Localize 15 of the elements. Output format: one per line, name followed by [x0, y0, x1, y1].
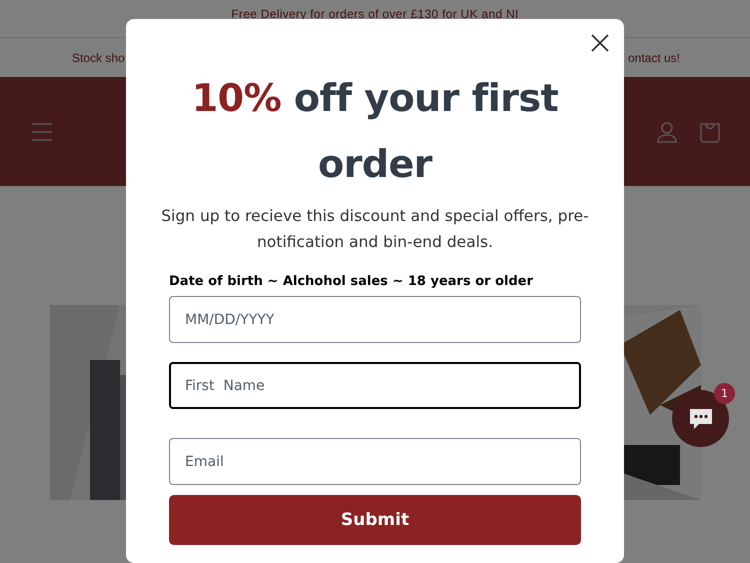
notification-badge: 1 [714, 383, 735, 404]
announcement-link[interactable]: ontact us! [628, 50, 680, 64]
cart-icon[interactable] [699, 120, 721, 142]
menu-icon[interactable] [31, 122, 53, 140]
submit-button[interactable]: Submit [169, 495, 581, 545]
input-field[interactable]: Email [169, 438, 581, 485]
input-field[interactable]: First Name [169, 362, 581, 409]
popup-description: Sign up to recieve this discount and special offers, pre-notification and bin-end deals. [161, 206, 589, 253]
field-label: Date of birth ~ Alchohol sales ~ 18 years or older [169, 274, 534, 289]
account-icon[interactable] [656, 120, 678, 142]
announcement-text: Free Delivery for orders of over £130 for UK and NI [231, 7, 519, 21]
announcement-text: Stock sho [72, 50, 125, 64]
close-icon[interactable] [591, 34, 609, 52]
input-field[interactable]: MM/DD/YYYY [169, 296, 581, 343]
popup-heading: 10% off your first order [190, 75, 560, 188]
